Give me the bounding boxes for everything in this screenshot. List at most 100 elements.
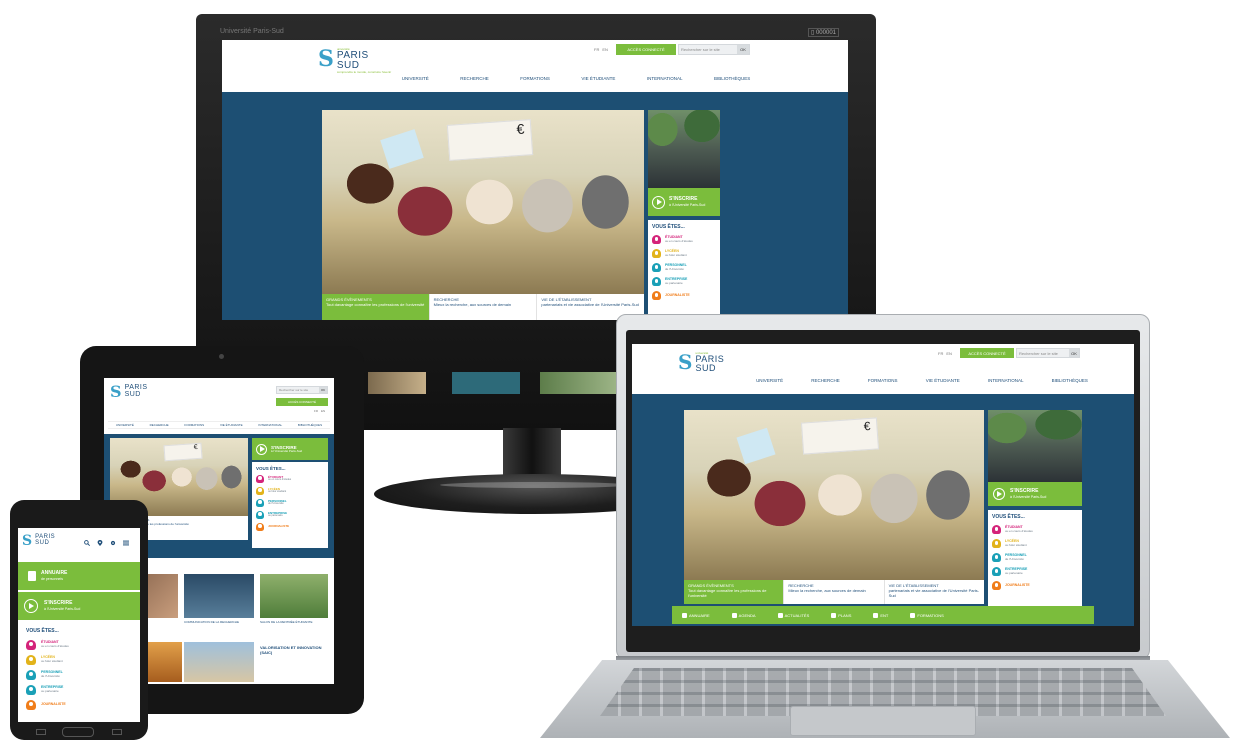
gear-icon[interactable] — [110, 540, 116, 546]
nav-vie-etudiante[interactable]: VIE ÉTUDIANTE — [220, 423, 243, 427]
monitor-thumb[interactable] — [368, 372, 426, 394]
access-button[interactable]: ACCÈS CONNECTÉ — [276, 398, 328, 406]
lang-switch[interactable]: FR EN — [594, 47, 608, 52]
vous-item-etudiant[interactable]: ÉTUDIANT ou en cours d'études — [992, 525, 1078, 534]
monitor-website: S université PARIS SUD comprendre le mon… — [222, 40, 848, 320]
vous-item-personnel[interactable]: PERSONNEL de l'Université — [256, 499, 324, 507]
nav-formations[interactable]: FORMATIONS — [868, 378, 898, 383]
calendar-icon — [731, 612, 737, 618]
news-item[interactable]: RECHERCHE Mieux la recherche, aux sources… — [783, 580, 884, 604]
vous-item-etudiant[interactable]: ÉTUDIANT ou en cours d'études — [26, 640, 132, 650]
access-button[interactable]: ACCÈS CONNECTÉ — [616, 44, 676, 55]
vous-item-journaliste[interactable]: JOURNALISTE — [652, 291, 716, 300]
access-button[interactable]: ACCÈS CONNECTÉ — [960, 348, 1014, 358]
nav-international[interactable]: INTERNATIONAL — [988, 378, 1024, 383]
site-header: S université PARIS SUD comprendre le mon… — [222, 40, 848, 92]
search-input[interactable]: Rechercher sur le site OK — [276, 386, 328, 394]
vous-item-lyceen[interactable]: LYCÉEN ou futur étudiant — [26, 655, 132, 665]
inscrire-button[interactable]: S'INSCRIRE à l'Université Paris-Sud — [18, 592, 140, 620]
nav-vie-etudiante[interactable]: VIE ÉTUDIANTE — [926, 378, 960, 383]
location-pin-icon[interactable] — [97, 540, 103, 546]
vous-item-journaliste[interactable]: JOURNALISTE — [256, 523, 324, 531]
vous-item-lyceen[interactable]: LYCÉEN ou futur étudiant — [256, 487, 324, 495]
nav-recherche[interactable]: RECHERCHE — [811, 378, 840, 383]
news-item[interactable]: RECHERCHE Mieux la recherche, aux sources… — [428, 294, 537, 320]
vous-item-journaliste[interactable]: JOURNALISTE — [992, 581, 1078, 590]
vous-item-entreprise[interactable]: ENTREPRISE ou partenaire — [992, 567, 1078, 576]
inscrire-button[interactable]: S'INSCRIRE à l'Université Paris-Sud — [252, 438, 328, 460]
inscrire-button[interactable]: S'INSCRIRE à l'Université Paris-Sud — [648, 188, 720, 216]
site-logo[interactable]: S université PARIS SUD — [678, 352, 724, 373]
card-title[interactable]: VALORISATION ET INNOVATION (SAIC) — [260, 645, 328, 656]
side-photo[interactable] — [988, 410, 1082, 482]
nav-formations[interactable]: FORMATIONS — [520, 76, 550, 81]
quick-actualites[interactable]: ACTUALITÉS — [777, 612, 809, 618]
nav-universite[interactable]: UNIVERSITÉ — [402, 76, 429, 81]
phone-home-button[interactable] — [62, 727, 94, 737]
side-photo[interactable] — [648, 110, 720, 188]
vous-item-journaliste[interactable]: JOURNALISTE — [26, 700, 132, 710]
monitor-thumb[interactable] — [540, 372, 616, 394]
quick-annuaire[interactable]: ANNUAIRE — [682, 612, 710, 618]
card-title[interactable]: SALON DE LA RENTRÉE ÉTUDIANTE — [260, 620, 328, 625]
card-photo[interactable] — [184, 574, 254, 618]
inscrire-button[interactable]: S'INSCRIRE à l'Université Paris-Sud — [988, 482, 1082, 506]
nav-international[interactable]: INTERNATIONAL — [647, 76, 683, 81]
nav-international[interactable]: INTERNATIONAL — [258, 423, 282, 427]
vous-item-etudiant[interactable]: ÉTUDIANT ou en cours d'études — [652, 235, 716, 244]
lang-fr[interactable]: FR — [314, 409, 318, 413]
nav-universite[interactable]: UNIVERSITÉ — [756, 378, 783, 383]
search-icon[interactable] — [84, 540, 90, 546]
nav-universite[interactable]: UNIVERSITÉ — [116, 423, 134, 427]
lang-en[interactable]: EN — [602, 47, 608, 52]
hero-photo[interactable]: € — [684, 410, 984, 580]
site-logo[interactable]: S PARIS SUD — [22, 534, 55, 548]
hero-photo[interactable]: € — [322, 110, 644, 294]
vous-item-entreprise[interactable]: ENTREPRISE ou partenaire — [26, 685, 132, 695]
card-photo[interactable] — [184, 642, 254, 682]
lang-en[interactable]: EN — [946, 351, 952, 356]
quick-ent[interactable]: ENT — [873, 612, 888, 618]
card-title[interactable]: COMMUNICATION DE LA RECHERCHE — [184, 620, 254, 625]
vous-item-lyceen[interactable]: LYCÉEN ou futur étudiant — [652, 249, 716, 258]
vous-item-etudiant[interactable]: ÉTUDIANT ou en cours d'études — [256, 475, 324, 483]
lang-switch[interactable]: FR EN — [938, 351, 952, 356]
search-ok-button[interactable]: OK — [1069, 349, 1079, 357]
nav-bibliotheques[interactable]: BIBLIOTHÈQUES — [298, 423, 322, 427]
lang-switch[interactable]: FR EN — [314, 409, 325, 413]
nav-recherche[interactable]: RECHERCHE — [150, 423, 169, 427]
news-item[interactable]: GRANDS ÉVÈNEMENTSTout davantage connaîtr… — [322, 294, 429, 320]
card-photo[interactable] — [260, 574, 328, 618]
quick-formations[interactable]: FORMATIONS — [910, 612, 944, 618]
search-input[interactable]: Rechercher sur le site OK — [678, 44, 750, 55]
nav-vie-etudiante[interactable]: VIE ÉTUDIANTE — [581, 76, 615, 81]
vous-item-entreprise[interactable]: ENTREPRISE ou partenaire — [652, 277, 716, 286]
vous-item-lyceen[interactable]: LYCÉEN ou futur étudiant — [992, 539, 1078, 548]
search-input[interactable]: Rechercher sur le site OK — [1016, 348, 1080, 358]
site-logo[interactable]: S PARIS SUD — [110, 384, 148, 400]
hamburger-menu-icon[interactable] — [123, 540, 129, 546]
lang-fr[interactable]: FR — [938, 351, 943, 356]
vous-item-personnel[interactable]: PERSONNEL de l'Université — [992, 553, 1078, 562]
nav-bibliotheques[interactable]: BIBLIOTHÈQUES — [1052, 378, 1088, 383]
search-ok-button[interactable]: OK — [319, 387, 327, 393]
quick-plans[interactable]: PLANS — [831, 612, 851, 618]
news-item[interactable]: VIE DE L'ÉTABLISSEMENT partenariats et vi… — [883, 580, 984, 604]
news-item[interactable]: GRANDS ÉVÈNEMENTSTout davantage connaîtr… — [684, 580, 784, 604]
nav-recherche[interactable]: RECHERCHE — [460, 76, 489, 81]
vous-item-entreprise[interactable]: ENTREPRISE ou partenaire — [256, 511, 324, 519]
nav-bibliotheques[interactable]: BIBLIOTHÈQUES — [714, 76, 750, 81]
phone-menu-key[interactable] — [112, 729, 122, 735]
vous-item-personnel[interactable]: PERSONNEL de l'Université — [652, 263, 716, 272]
lang-en[interactable]: EN — [321, 409, 325, 413]
lang-fr[interactable]: FR — [594, 47, 599, 52]
monitor-thumb[interactable] — [452, 372, 520, 394]
quick-agenda[interactable]: AGENDA — [731, 612, 756, 618]
annuaire-button[interactable]: ANNUAIRE de personnels — [18, 562, 140, 590]
site-logo[interactable]: S université PARIS SUD comprendre le mon… — [318, 48, 391, 74]
search-ok-button[interactable]: OK — [737, 45, 749, 54]
phone-back-key[interactable] — [36, 729, 46, 735]
nav-formations[interactable]: FORMATIONS — [184, 423, 204, 427]
vous-item-personnel[interactable]: PERSONNEL de l'Université — [26, 670, 132, 680]
card-photo[interactable] — [144, 642, 182, 682]
